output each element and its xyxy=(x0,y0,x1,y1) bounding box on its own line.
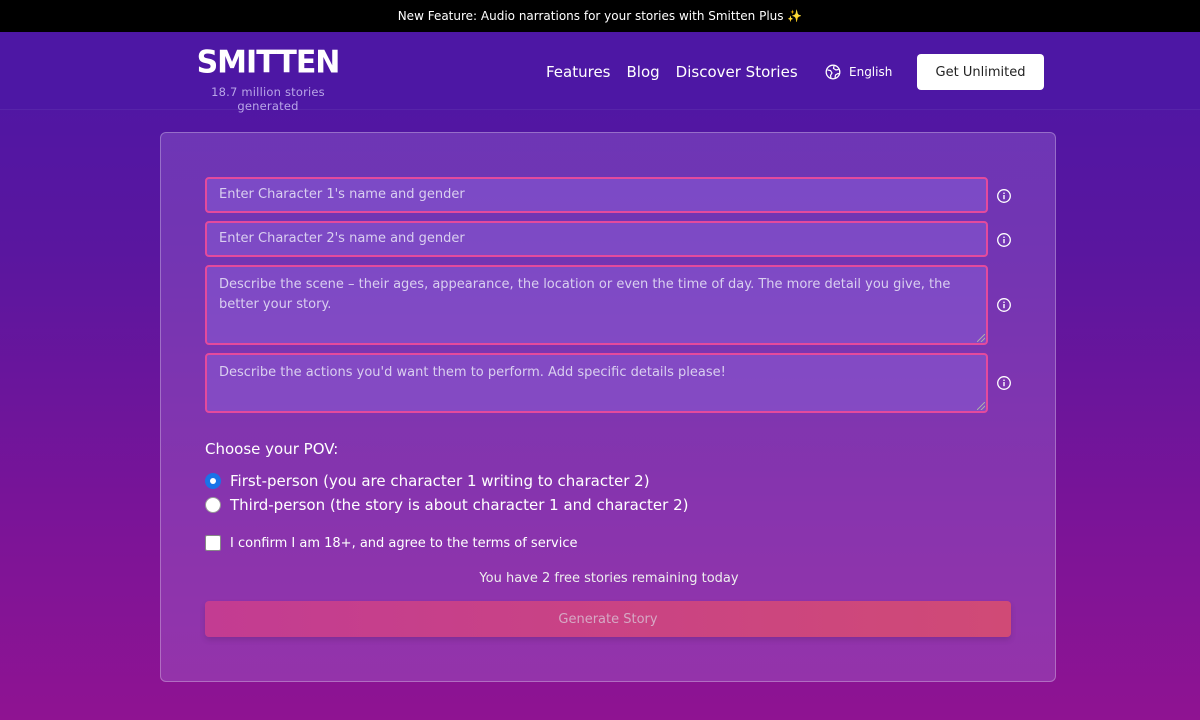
age-confirm-checkbox[interactable] xyxy=(205,535,221,551)
globe-icon xyxy=(825,64,841,80)
first-person-radio[interactable] xyxy=(205,473,221,489)
pov-title: Choose your POV: xyxy=(205,440,339,458)
announcement-text: New Feature: Audio narrations for your s… xyxy=(397,9,803,23)
brand[interactable]: SMITTEN 18.7 million stories generated xyxy=(184,45,352,113)
tagline: 18.7 million stories generated xyxy=(211,85,325,113)
logo[interactable]: SMITTEN xyxy=(184,45,352,81)
character2-input[interactable]: Enter Character 2's name and gender xyxy=(205,221,988,257)
third-person-radio[interactable] xyxy=(205,497,221,513)
third-person-label: Third-person (the story is about charact… xyxy=(230,496,689,514)
nav-blog[interactable]: Blog xyxy=(627,62,660,82)
info-icon[interactable] xyxy=(996,375,1012,391)
language-label: English xyxy=(849,65,893,79)
age-confirm-label: I confirm I am 18+, and agree to the ter… xyxy=(230,535,578,551)
remaining-stories-text: You have 2 free stories remaining today xyxy=(479,571,739,586)
age-confirm[interactable]: I confirm I am 18+, and agree to the ter… xyxy=(205,535,578,551)
info-icon[interactable] xyxy=(996,188,1012,204)
actions-textarea[interactable]: Describe the actions you'd want them to … xyxy=(205,353,988,413)
story-form-card: Enter Character 1's name and gender Ente… xyxy=(160,132,1056,682)
generate-story-button[interactable]: Generate Story xyxy=(205,601,1011,637)
first-person-label: First-person (you are character 1 writin… xyxy=(230,472,650,490)
nav-discover-stories[interactable]: Discover Stories xyxy=(676,62,798,82)
language-selector[interactable]: English xyxy=(825,64,892,80)
nav-features[interactable]: Features xyxy=(546,62,611,82)
scene-textarea[interactable]: Describe the scene – their ages, appeara… xyxy=(205,265,988,345)
info-icon[interactable] xyxy=(996,297,1012,313)
site-header: SMITTEN 18.7 million stories generated F… xyxy=(0,32,1200,113)
pov-option-third-person[interactable]: Third-person (the story is about charact… xyxy=(205,496,688,514)
announcement-bar: New Feature: Audio narrations for your s… xyxy=(0,0,1200,32)
character2-placeholder: Enter Character 2's name and gender xyxy=(219,231,465,246)
character1-input[interactable]: Enter Character 1's name and gender xyxy=(205,177,988,213)
resize-handle[interactable] xyxy=(977,334,985,342)
pov-option-first-person[interactable]: First-person (you are character 1 writin… xyxy=(205,472,650,490)
character1-placeholder: Enter Character 1's name and gender xyxy=(219,187,465,202)
resize-handle[interactable] xyxy=(977,402,985,410)
main-nav: Features Blog Discover Stories xyxy=(546,62,798,82)
actions-placeholder: Describe the actions you'd want them to … xyxy=(219,365,726,380)
get-unlimited-button[interactable]: Get Unlimited xyxy=(917,54,1044,90)
info-icon[interactable] xyxy=(996,232,1012,248)
scene-placeholder: Describe the scene – their ages, appeara… xyxy=(219,277,951,312)
